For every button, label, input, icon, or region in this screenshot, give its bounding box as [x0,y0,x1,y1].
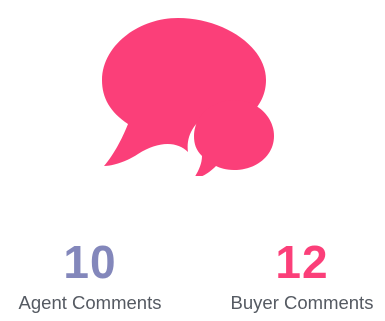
small-speech-bubble [194,100,274,176]
agent-comments-stat: 10 Agent Comments [0,236,180,315]
comments-icon [98,16,278,176]
agent-comments-label: Agent Comments [18,292,162,313]
buyer-comments-label: Buyer Comments [230,292,374,313]
buyer-comments-count: 12 [275,236,329,288]
agent-comments-count: 10 [63,236,117,288]
buyer-comments-stat: 12 Buyer Comments [212,236,385,315]
